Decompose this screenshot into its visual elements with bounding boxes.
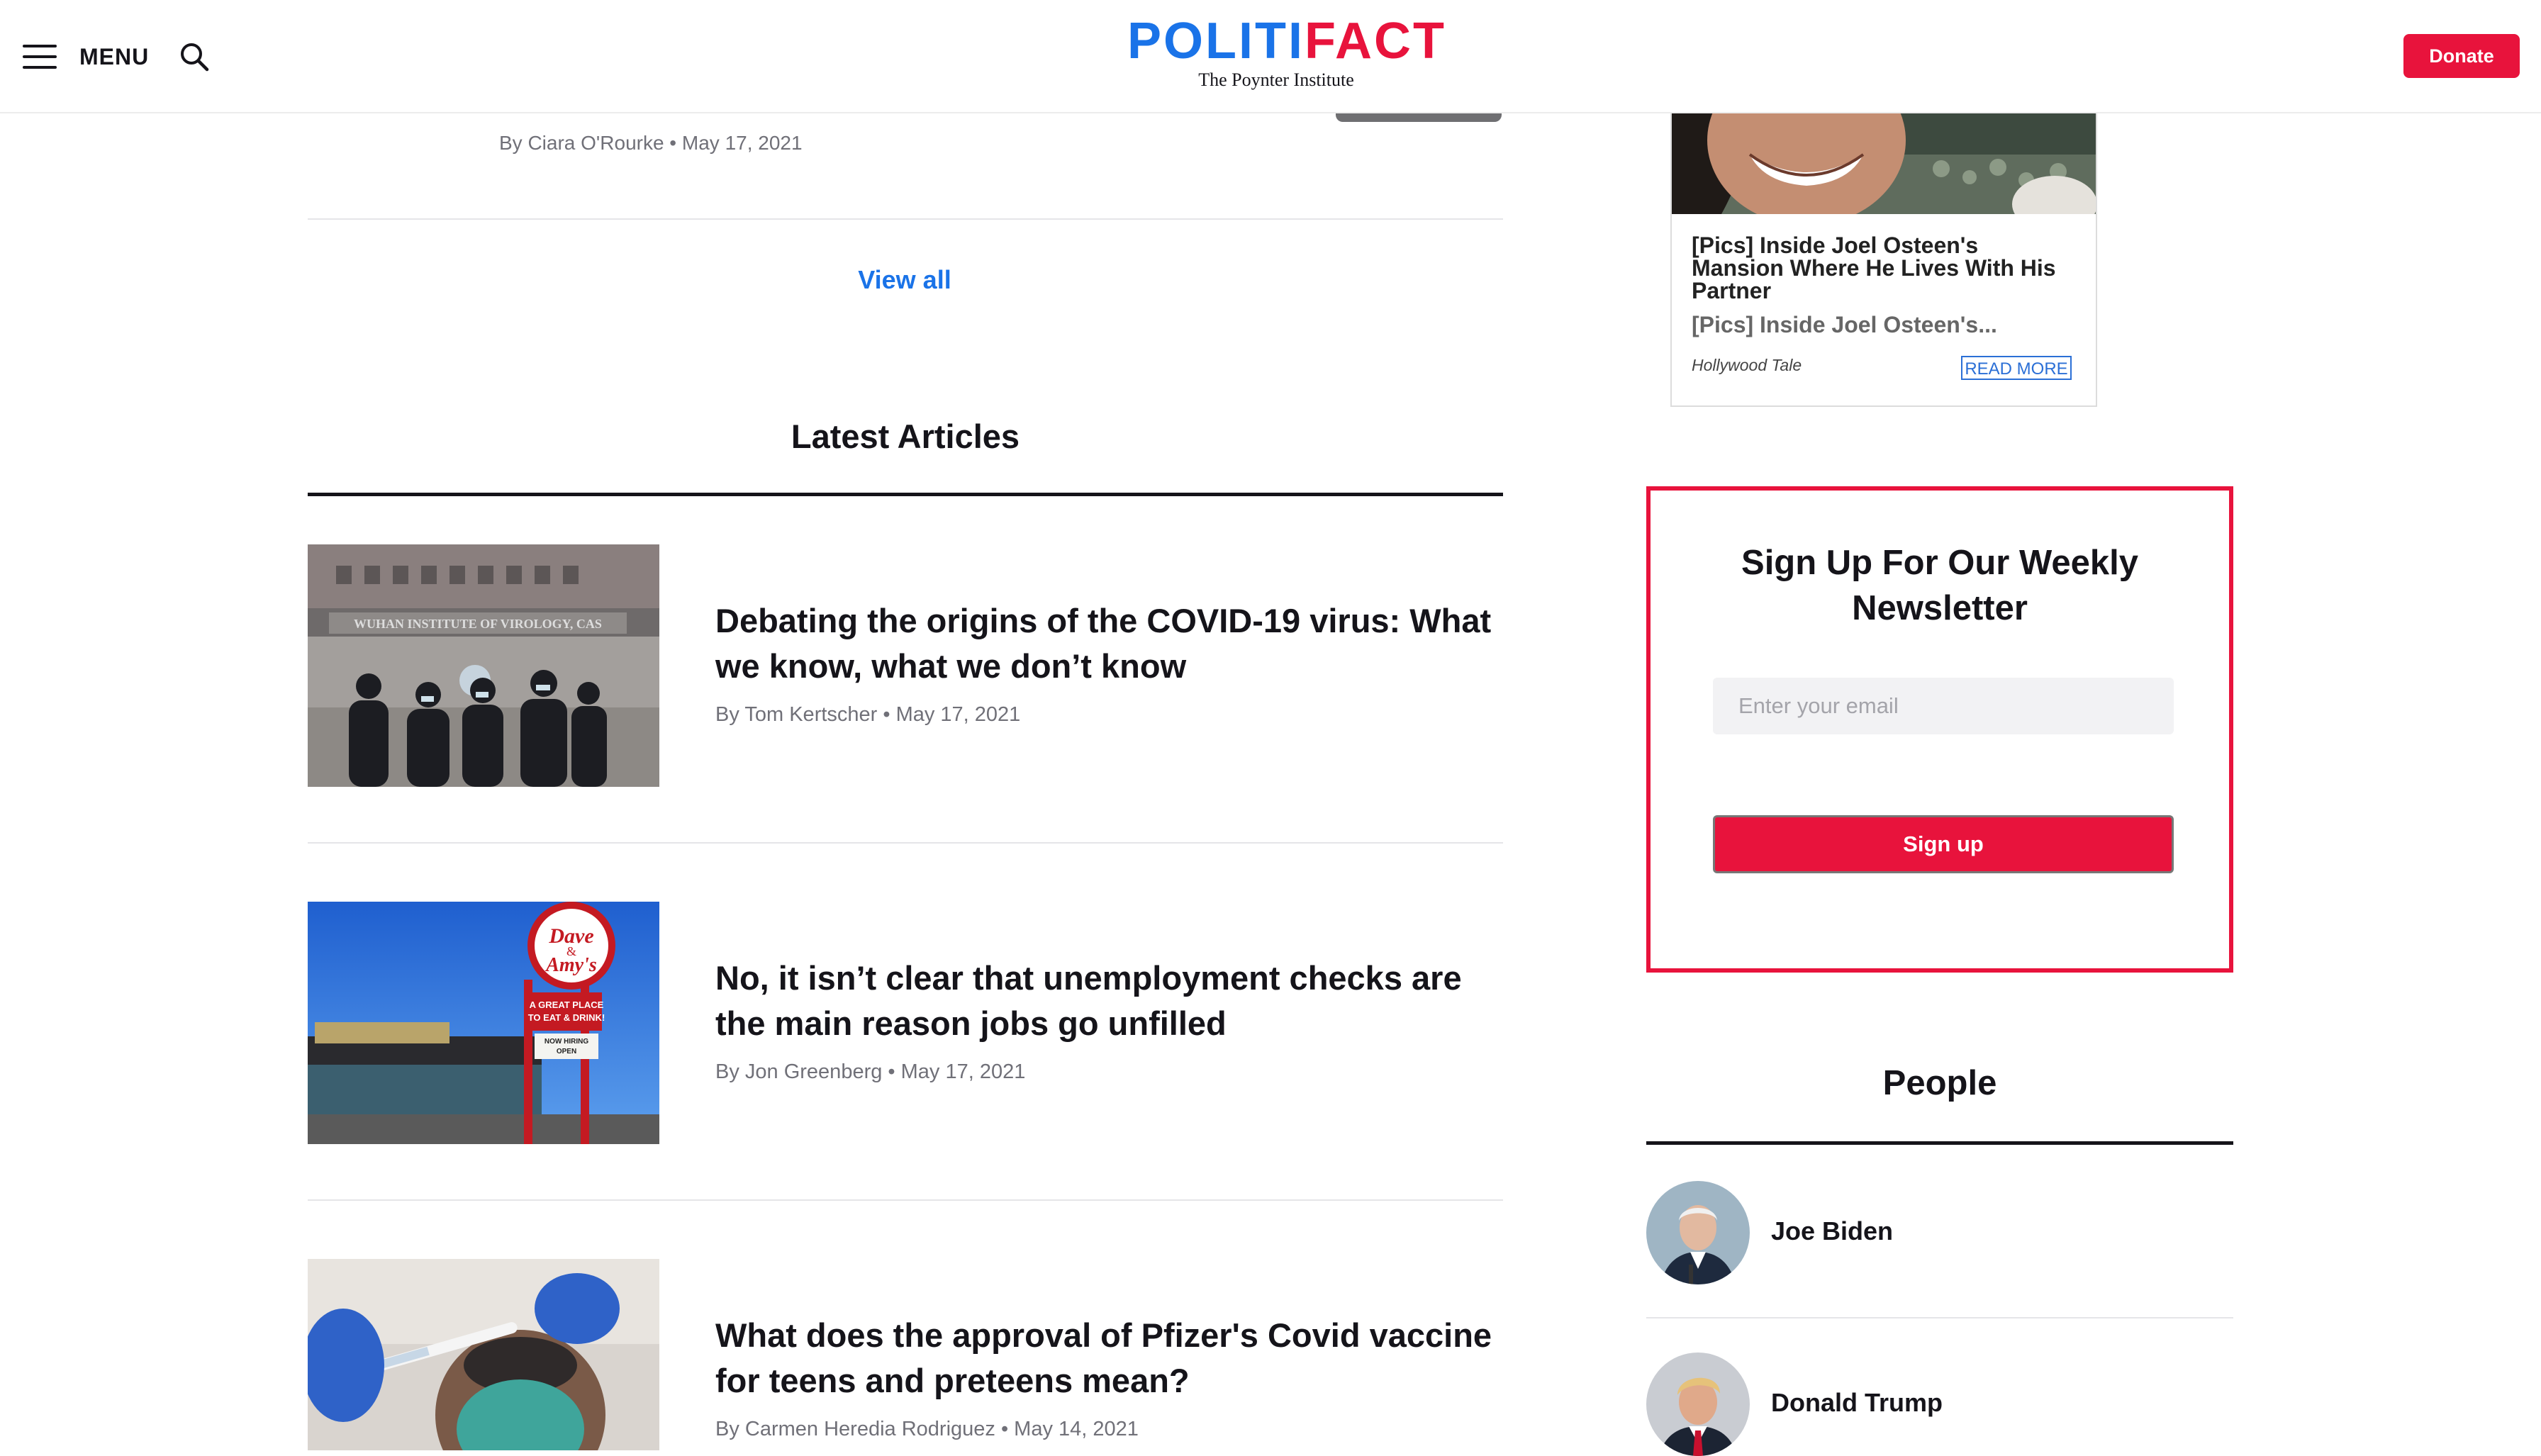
ad-headline[interactable]: [Pics] Inside Joel Osteen's Mansion Wher… bbox=[1692, 234, 2074, 302]
person-item-donald-trump[interactable]: Donald Trump bbox=[1646, 1353, 2233, 1456]
article-title-link[interactable]: No, it isn’t clear that unemployment che… bbox=[715, 956, 1495, 1046]
person-name[interactable]: Joe Biden bbox=[1771, 1216, 1893, 1246]
ad-read-more-button[interactable]: READ MORE bbox=[1961, 356, 2072, 380]
logo-wordmark[interactable]: POLITIFACT bbox=[1127, 16, 1444, 67]
section-rule bbox=[308, 493, 1503, 496]
site-header: MENU POLITIFACT The Poynter Institute Do… bbox=[0, 0, 2541, 113]
article-image-vaccine[interactable] bbox=[308, 1259, 659, 1450]
hamburger-icon[interactable] bbox=[23, 45, 57, 69]
svg-text:NOW HIRING: NOW HIRING bbox=[544, 1038, 588, 1046]
avatar[interactable] bbox=[1646, 1181, 1750, 1284]
article-image-wuhan-institute[interactable]: WUHAN INSTITUTE OF VIROLOGY, CAS bbox=[308, 544, 659, 787]
article-byline: By Jon Greenberg • May 17, 2021 bbox=[715, 1060, 1026, 1083]
divider bbox=[308, 1199, 1503, 1201]
person-name[interactable]: Donald Trump bbox=[1771, 1388, 1943, 1418]
logo-tagline: The Poynter Institute bbox=[1198, 69, 1354, 90]
previous-article-byline: By Ciara O'Rourke • May 17, 2021 bbox=[499, 132, 803, 154]
divider bbox=[1646, 1317, 2233, 1318]
menu-label[interactable]: MENU bbox=[79, 44, 149, 70]
sponsored-ad[interactable]: [Pics] Inside Joel Osteen's Mansion Wher… bbox=[1670, 112, 2097, 407]
politifact-logo[interactable]: POLITIFACT The Poynter Institute bbox=[1127, 16, 1444, 91]
ad-image[interactable] bbox=[1672, 112, 2096, 214]
svg-text:OPEN: OPEN bbox=[557, 1048, 576, 1055]
article-title-link[interactable]: What does the approval of Pfizer's Covid… bbox=[715, 1313, 1495, 1404]
ad-description: [Pics] Inside Joel Osteen's... bbox=[1692, 312, 1997, 337]
avatar[interactable] bbox=[1646, 1353, 1750, 1456]
menu-button[interactable]: MENU bbox=[23, 40, 149, 74]
svg-text:WUHAN INSTITUTE OF VIROLOGY, C: WUHAN INSTITUTE OF VIROLOGY, CAS bbox=[354, 617, 602, 631]
divider bbox=[308, 842, 1503, 844]
view-all-link[interactable]: View all bbox=[780, 265, 1029, 295]
article-title-link[interactable]: Debating the origins of the COVID-19 vir… bbox=[715, 598, 1495, 689]
svg-text:Amy's: Amy's bbox=[544, 954, 597, 976]
divider bbox=[308, 218, 1503, 220]
article-byline: By Tom Kertscher • May 17, 2021 bbox=[715, 703, 1021, 726]
search-icon[interactable] bbox=[179, 41, 210, 72]
newsletter-title: Sign Up For Our Weekly Newsletter bbox=[1741, 544, 2138, 627]
svg-text:A GREAT PLACE: A GREAT PLACE bbox=[530, 999, 604, 1010]
article-image-restaurant-sign[interactable]: Dave & Amy's A GREAT PLACE TO EAT & DRIN… bbox=[308, 902, 659, 1144]
newsletter-email-input[interactable] bbox=[1713, 678, 2174, 734]
latest-articles-heading: Latest Articles bbox=[791, 418, 1020, 455]
newsletter-signup-button[interactable]: Sign up bbox=[1713, 815, 2174, 873]
people-heading: People bbox=[1882, 1064, 1997, 1102]
svg-text:TO EAT & DRINK!: TO EAT & DRINK! bbox=[528, 1012, 605, 1023]
ad-source: Hollywood Tale bbox=[1692, 356, 1802, 374]
section-rule bbox=[1646, 1141, 2233, 1145]
newsletter-signup: Sign Up For Our Weekly Newsletter Sign u… bbox=[1646, 486, 2233, 973]
person-item-joe-biden[interactable]: Joe Biden bbox=[1646, 1181, 2233, 1284]
article-byline: By Carmen Heredia Rodriguez • May 14, 20… bbox=[715, 1418, 1139, 1440]
donate-button[interactable]: Donate bbox=[2403, 34, 2520, 78]
